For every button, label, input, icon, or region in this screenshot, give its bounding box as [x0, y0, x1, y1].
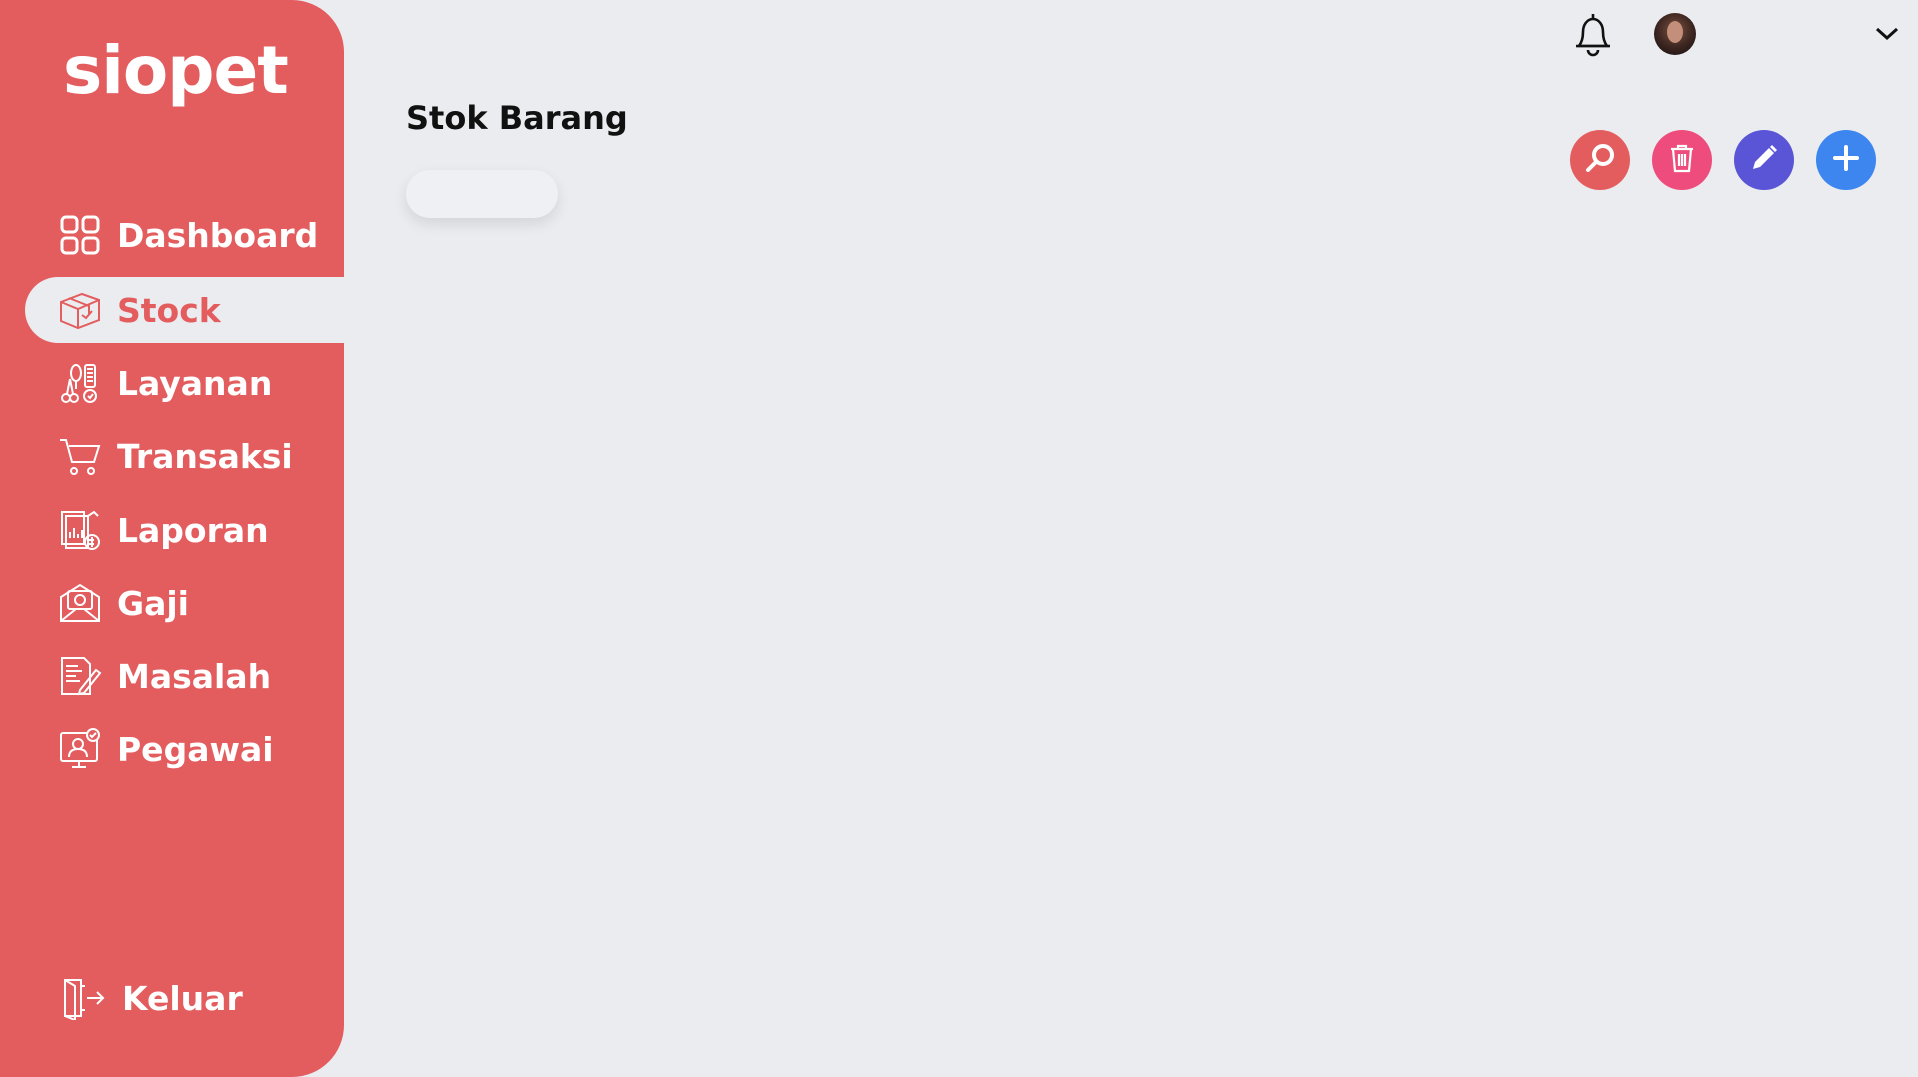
sidebar-item-masalah[interactable]: Masalah [25, 643, 344, 709]
filter-input[interactable] [406, 170, 558, 218]
sidebar-item-label: Transaksi [117, 436, 293, 476]
salary-envelope-icon [57, 580, 103, 626]
sidebar-item-label: Laporan [117, 510, 269, 550]
sidebar: siopet Dashboard Stock Layanan Transaksi… [0, 0, 344, 1077]
logout-label: Keluar [122, 978, 243, 1018]
sidebar-item-dashboard[interactable]: Dashboard [25, 202, 344, 268]
edit-button[interactable] [1734, 130, 1794, 190]
bell-icon[interactable] [1568, 8, 1618, 60]
grid-icon [57, 212, 103, 258]
pencil-icon [1747, 141, 1781, 179]
search-icon [1583, 141, 1617, 179]
logout-door-icon [60, 975, 106, 1021]
report-icon [57, 507, 103, 553]
cart-icon [57, 433, 103, 479]
search-button[interactable] [1570, 130, 1630, 190]
add-button[interactable] [1816, 130, 1876, 190]
sidebar-item-label: Layanan [117, 363, 273, 403]
sidebar-item-layanan[interactable]: Layanan [25, 350, 344, 416]
delete-button[interactable] [1652, 130, 1712, 190]
issue-document-icon [57, 653, 103, 699]
page-title: Stok Barang [406, 99, 628, 137]
sidebar-item-label: Stock [117, 290, 221, 330]
sidebar-item-gaji[interactable]: Gaji [25, 570, 344, 636]
user-avatar[interactable] [1654, 13, 1696, 55]
brand-logo: siopet [63, 32, 289, 109]
grooming-tools-icon [57, 360, 103, 406]
sidebar-item-label: Masalah [117, 656, 272, 696]
logout-button[interactable]: Keluar [60, 975, 243, 1021]
sidebar-item-label: Dashboard [117, 215, 319, 255]
sidebar-item-transaksi[interactable]: Transaksi [25, 423, 344, 489]
sidebar-item-label: Gaji [117, 583, 189, 623]
employee-icon [57, 726, 103, 772]
chevron-down-icon[interactable] [1874, 26, 1900, 42]
box-icon [57, 287, 103, 333]
plus-icon [1829, 141, 1863, 179]
trash-icon [1665, 141, 1699, 179]
sidebar-item-label: Pegawai [117, 729, 274, 769]
sidebar-item-pegawai[interactable]: Pegawai [25, 716, 344, 782]
sidebar-item-laporan[interactable]: Laporan [25, 497, 344, 563]
sidebar-item-stock[interactable]: Stock [25, 277, 344, 343]
avatar-face [1667, 21, 1683, 43]
